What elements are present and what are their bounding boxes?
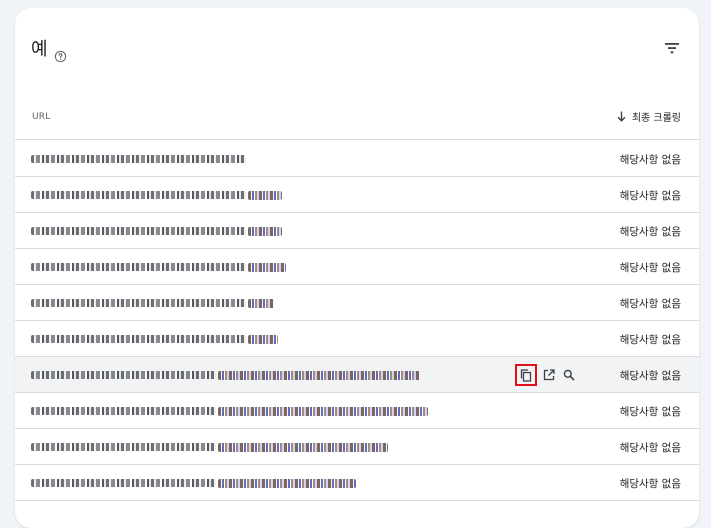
column-header-url[interactable]: URL (32, 112, 50, 122)
filter-list-icon[interactable] (663, 40, 681, 56)
url-table-body: 해당사항 없음 해당사항 없음 해당사항 없음 해당사항 없음 해당사항 없음 (15, 141, 699, 501)
last-crawl-cell: 해당사항 없음 (619, 370, 681, 382)
url-cell-redacted[interactable] (31, 441, 388, 453)
url-cell-redacted[interactable] (31, 297, 274, 309)
table-row[interactable]: 해당사항 없음 (15, 429, 699, 465)
table-row[interactable]: 해당사항 없음 (15, 249, 699, 285)
table-row[interactable]: 해당사항 없음 (15, 321, 699, 357)
card-title: 예 (31, 38, 67, 62)
table-row[interactable]: 해당사항 없음 (15, 141, 699, 177)
url-cell-redacted[interactable] (31, 189, 282, 201)
url-cell-redacted[interactable] (31, 477, 356, 489)
table-row[interactable]: 해당사항 없음 (15, 285, 699, 321)
last-crawl-cell: 해당사항 없음 (619, 262, 681, 274)
url-cell-redacted[interactable] (31, 261, 286, 273)
open-in-new-icon[interactable] (539, 365, 559, 385)
last-crawl-cell: 해당사항 없음 (619, 226, 681, 238)
last-crawl-cell: 해당사항 없음 (619, 154, 681, 166)
table-row[interactable]: 해당사항 없음 (15, 213, 699, 249)
card-header: 예 (15, 8, 699, 96)
url-cell-redacted[interactable] (31, 333, 278, 345)
copy-icon[interactable] (515, 364, 537, 386)
last-crawl-cell: 해당사항 없음 (619, 478, 681, 490)
url-cell-redacted[interactable] (31, 369, 420, 381)
url-cell-redacted[interactable] (31, 153, 246, 165)
last-crawl-cell: 해당사항 없음 (619, 406, 681, 418)
row-actions (515, 364, 579, 386)
table-row[interactable]: 해당사항 없음 (15, 465, 699, 501)
examples-card: 예 URL 최종 크롤링 해당사항 없음 해당사항 없음 해당사항 없음 해당사… (15, 8, 699, 528)
arrow-down-icon (617, 111, 626, 122)
last-crawl-cell: 해당사항 없음 (619, 442, 681, 454)
column-header-last-crawl[interactable]: 최종 크롤링 (617, 109, 681, 124)
table-row-hovered[interactable]: 해당사항 없음 (15, 357, 699, 393)
card-title-text: 예 (31, 39, 48, 60)
last-crawl-cell: 해당사항 없음 (619, 334, 681, 346)
last-crawl-cell: 해당사항 없음 (619, 298, 681, 310)
column-header-last-crawl-label: 최종 크롤링 (631, 113, 681, 124)
table-row[interactable]: 해당사항 없음 (15, 177, 699, 213)
url-cell-redacted[interactable] (31, 405, 428, 417)
url-cell-redacted[interactable] (31, 225, 282, 237)
search-icon[interactable] (559, 365, 579, 385)
help-circle-icon[interactable] (54, 46, 67, 62)
table-header: URL 최종 크롤링 (15, 96, 699, 140)
table-row[interactable]: 해당사항 없음 (15, 393, 699, 429)
last-crawl-cell: 해당사항 없음 (619, 190, 681, 202)
